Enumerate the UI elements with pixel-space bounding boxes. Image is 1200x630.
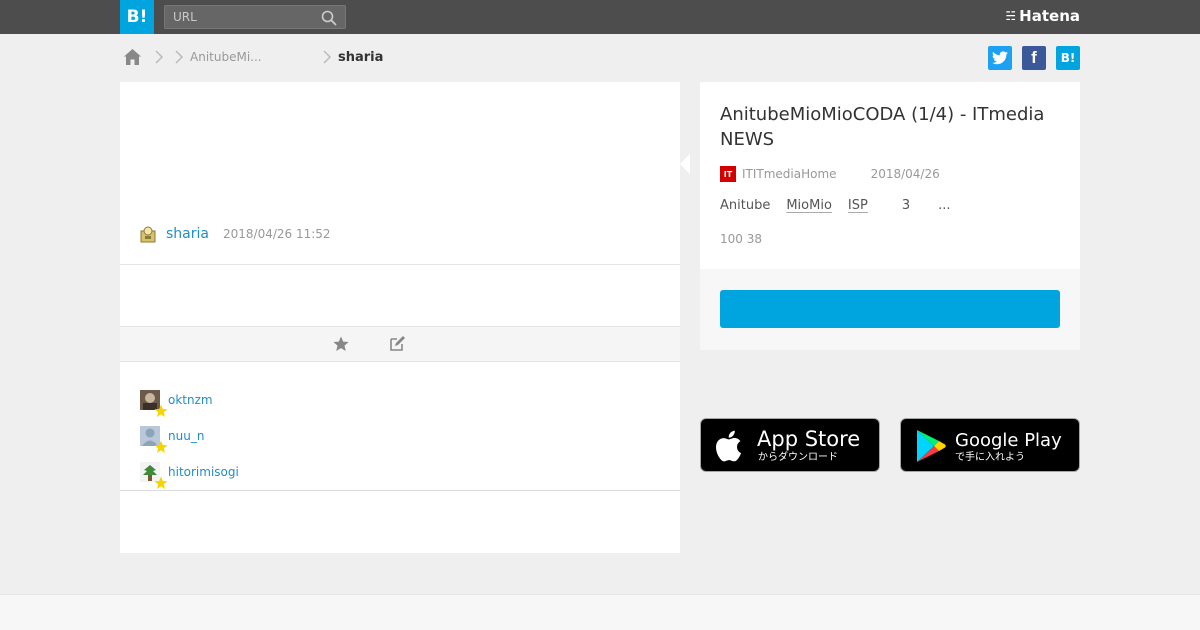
hatena-icon: ☵ (1005, 9, 1017, 23)
list-item: oktnzm (140, 382, 239, 418)
google-play-badge[interactable]: Google Play で手に入れよう (900, 418, 1080, 472)
bookmark-count[interactable]: 100 38 (720, 232, 762, 246)
breadcrumb: AnitubeMi... sharia (123, 46, 383, 68)
app-store-subtitle: からダウンロード (758, 452, 838, 463)
search-input[interactable] (165, 6, 315, 28)
comment-panel: sharia 2018/04/26 11:52 oktnzm nuu_n hit… (120, 82, 680, 553)
tag-item[interactable]: MioMio (786, 198, 832, 213)
star-icon (154, 404, 168, 417)
comment-header: sharia 2018/04/26 11:52 (140, 225, 331, 243)
tag-item[interactable]: Anitube (720, 198, 770, 213)
star-username[interactable]: hitorimisogi (168, 465, 239, 479)
footer (0, 594, 1200, 630)
edit-icon[interactable] (388, 335, 406, 353)
chevron-right-icon (175, 50, 184, 64)
share-buttons: f B! (988, 46, 1080, 70)
avatar[interactable] (140, 426, 168, 453)
comment-username[interactable]: sharia (166, 226, 209, 242)
divider (120, 490, 680, 491)
star-icon (154, 440, 168, 453)
breadcrumb-item-entry[interactable]: AnitubeMi... (190, 50, 322, 64)
divider (120, 264, 680, 265)
avatar[interactable] (140, 462, 168, 489)
star-username[interactable]: nuu_n (168, 429, 204, 443)
tag-more[interactable]: ... (938, 198, 950, 213)
twitter-share-button[interactable] (988, 46, 1012, 70)
comment-timestamp[interactable]: 2018/04/26 11:52 (223, 227, 331, 241)
breadcrumb-item-current: sharia (338, 49, 384, 65)
user-avatar-icon[interactable] (140, 225, 156, 243)
site-favicon-icon: IT (720, 166, 736, 182)
star-username[interactable]: oktnzm (168, 393, 213, 407)
star-list: oktnzm nuu_n hitorimisogi (140, 382, 239, 490)
tag-item[interactable]: ISP (848, 198, 868, 213)
entry-panel: AnitubeMioMioCODA (1/4) - ITmedia NEWS I… (700, 82, 1080, 350)
list-item: nuu_n (140, 418, 239, 454)
entry-meta: IT ITITmediaHome 2018/04/26 (720, 166, 940, 182)
panel-pointer (680, 154, 690, 174)
brand-label: Hatena (1019, 7, 1080, 25)
entry-title[interactable]: AnitubeMioMioCODA (1/4) - ITmedia NEWS (720, 102, 1060, 152)
search-box[interactable] (164, 5, 346, 29)
star-add-icon[interactable] (332, 335, 350, 353)
facebook-share-button[interactable]: f (1022, 46, 1046, 70)
apple-icon (716, 430, 741, 462)
google-play-icon (917, 430, 946, 462)
add-bookmark-button[interactable] (720, 290, 1060, 328)
entry-action-area (700, 269, 1080, 350)
google-play-title: Google Play (955, 430, 1062, 451)
top-bar: B! ☵ Hatena (0, 0, 1200, 34)
app-store-badge[interactable]: App Store からダウンロード (700, 418, 880, 472)
entry-site[interactable]: ITITmediaHome (742, 167, 837, 181)
chevron-right-icon (155, 50, 164, 64)
tag-item[interactable]: 3 (902, 198, 910, 213)
comment-toolbar (120, 326, 680, 362)
hatena-bookmark-icon: B! (1060, 51, 1076, 65)
hatena-bookmark-logo[interactable]: B! (120, 0, 154, 34)
hatena-brand-link[interactable]: ☵ Hatena (1005, 7, 1080, 25)
facebook-icon: f (1031, 48, 1037, 67)
home-icon[interactable] (123, 48, 142, 66)
hatena-share-button[interactable]: B! (1056, 46, 1080, 70)
twitter-icon (992, 51, 1008, 65)
chevron-right-icon (323, 50, 332, 64)
entry-date: 2018/04/26 (870, 167, 940, 181)
list-item: hitorimisogi (140, 454, 239, 490)
entry-tags: Anitube MioMio ISP 3 ... (720, 198, 967, 213)
search-icon[interactable] (321, 10, 337, 26)
avatar[interactable] (140, 390, 168, 417)
app-store-title: App Store (757, 427, 861, 451)
google-play-subtitle: で手に入れよう (955, 452, 1025, 463)
star-icon (154, 476, 168, 489)
